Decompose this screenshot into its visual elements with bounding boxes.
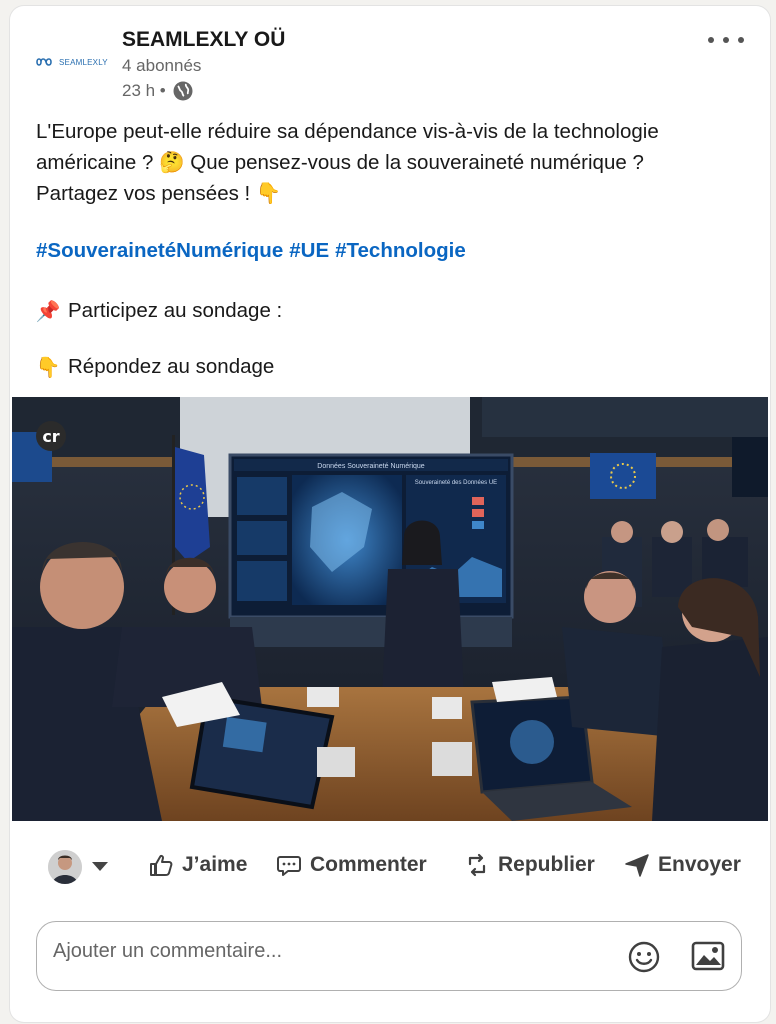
infinity-logo-icon: [36, 58, 52, 66]
like-button[interactable]: J’aime: [148, 852, 247, 878]
company-logo[interactable]: SEAMLEXLY: [36, 42, 108, 82]
chevron-down-icon[interactable]: [92, 862, 108, 871]
user-avatar-icon: [48, 850, 82, 884]
hashtag-link[interactable]: #UE: [289, 239, 329, 262]
post-time: 23 h •: [122, 81, 166, 100]
repost-button[interactable]: Republier: [464, 852, 595, 878]
avatar[interactable]: [48, 850, 82, 884]
post-header: SEAMLEXLY SEAMLEXLY OÜ 4 abonnés 23 h •: [10, 6, 770, 116]
post-meta: 23 h •: [122, 80, 194, 102]
screen-panel: Souveraineté des Données UE: [415, 480, 497, 486]
hashtag-link[interactable]: #Technologie: [335, 239, 466, 262]
content-credentials-badge[interactable]: cr: [36, 421, 66, 451]
paper-plane-icon: [625, 854, 649, 877]
comment-button[interactable]: Commenter: [276, 852, 427, 878]
smiley-icon[interactable]: [627, 940, 661, 974]
thumbs-up-icon: [150, 854, 173, 876]
comment-bubble-icon: [277, 856, 301, 876]
meeting-room-illustration: Données Souveraineté Numérique Souverain…: [12, 397, 768, 821]
globe-icon: [173, 81, 193, 101]
post-image[interactable]: Données Souveraineté Numérique Souverain…: [12, 397, 768, 821]
comment-label: Commenter: [310, 853, 427, 876]
poll-prompt: 📌 Participez au sondage :: [35, 299, 283, 323]
poll-answer: 👇 Répondez au sondage: [35, 355, 275, 379]
send-label: Envoyer: [658, 853, 741, 876]
pushpin-icon: 📌: [35, 300, 61, 323]
like-label: J’aime: [182, 853, 248, 876]
screen-title: Données Souveraineté Numérique: [317, 463, 425, 470]
logo-text: SEAMLEXLY: [59, 57, 108, 67]
pointing-down-icon: 👇: [35, 356, 61, 379]
follower-count: 4 abonnés: [122, 56, 202, 75]
post-card: SEAMLEXLY SEAMLEXLY OÜ 4 abonnés 23 h • …: [10, 6, 770, 1022]
comment-placeholder: Ajouter un commentaire...: [53, 940, 282, 962]
hashtag-link[interactable]: #SouverainetéNumérique: [36, 239, 283, 262]
repost-arrows-icon: [468, 853, 486, 877]
post-text-line: L'Europe peut-elle réduire sa dépendance…: [36, 120, 659, 143]
post-text-line: Partagez vos pensées ! 👇: [36, 182, 282, 205]
more-options-icon[interactable]: [708, 28, 744, 52]
comment-input[interactable]: Ajouter un commentaire...: [36, 921, 742, 991]
poll-prompt-text: Participez au sondage :: [68, 299, 283, 322]
send-button[interactable]: Envoyer: [624, 852, 741, 878]
poll-answer-text: Répondez au sondage: [68, 355, 275, 378]
post-text: L'Europe peut-elle réduire sa dépendance…: [36, 116, 756, 209]
image-icon[interactable]: [691, 941, 725, 971]
repost-label: Republier: [498, 853, 595, 876]
post-actions: J’aime Commenter Republier Envoyer: [10, 844, 770, 890]
hashtag-list: #SouverainetéNumérique #UE #Technologie: [36, 239, 472, 263]
author-name[interactable]: SEAMLEXLY OÜ: [122, 28, 285, 52]
post-text-line: américaine ? 🤔 Que pensez-vous de la sou…: [36, 151, 644, 174]
